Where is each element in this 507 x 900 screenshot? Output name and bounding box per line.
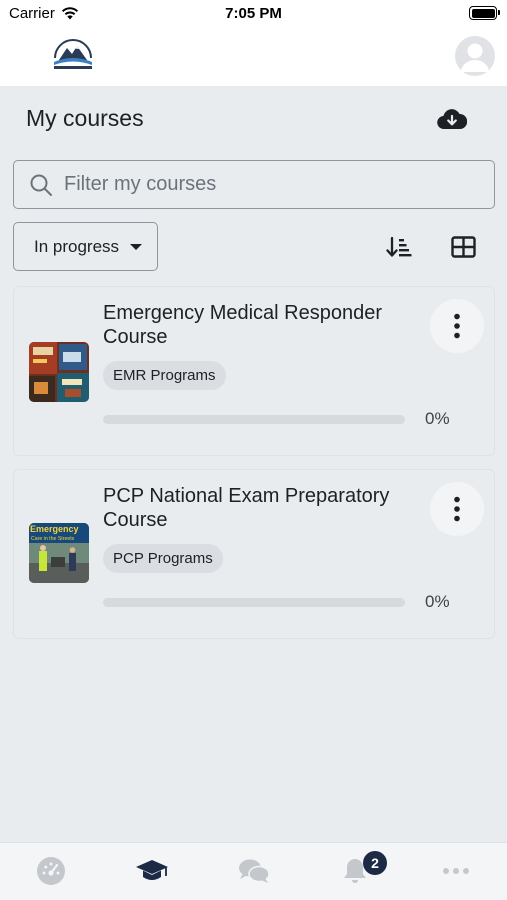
search-box [13, 160, 495, 209]
bottom-tab-bar: 2 [0, 842, 507, 900]
tab-notifications[interactable]: 2 [337, 851, 387, 887]
tab-messages[interactable] [236, 855, 272, 887]
course-thumbnail [29, 342, 89, 402]
sort-icon [386, 236, 412, 257]
graduation-cap-icon [136, 860, 168, 880]
course-category-badge: PCP Programs [103, 544, 223, 573]
tab-more[interactable] [438, 855, 474, 887]
course-filter-select[interactable]: In progress [13, 222, 158, 271]
page-title: My courses [26, 105, 144, 131]
course-card[interactable]: Emergency Medical Responder Course EMR P… [13, 286, 495, 456]
thumb-title-text: Emergency [30, 524, 79, 534]
battery-icon [469, 6, 500, 20]
course-title[interactable]: Emergency Medical Responder Course [103, 301, 413, 349]
app-header [0, 28, 507, 86]
course-image: Emergency Care in the Streets [29, 523, 89, 583]
course-card[interactable]: Emergency Care in the Streets PCP Nation… [13, 469, 495, 639]
tab-my-courses[interactable] [134, 855, 170, 887]
course-thumbnail: Emergency Care in the Streets [29, 523, 89, 583]
gauge-icon [37, 857, 65, 885]
thumb-subtitle-text: Care in the Streets [31, 536, 75, 542]
user-avatar-icon [461, 43, 489, 72]
sort-button[interactable] [382, 230, 416, 264]
caret-down-icon [130, 243, 143, 250]
status-time: 7:05 PM [225, 5, 282, 22]
vertical-dots-icon [454, 313, 460, 339]
search-icon [30, 174, 52, 196]
course-options-button[interactable] [430, 299, 484, 353]
filter-selected-label: In progress [34, 236, 120, 256]
more-dots-icon [443, 868, 469, 874]
course-image [29, 342, 89, 402]
search-input[interactable] [64, 173, 464, 196]
grid-icon [450, 236, 476, 258]
vertical-dots-icon [454, 496, 460, 522]
course-options-button[interactable] [430, 482, 484, 536]
chat-bubbles-icon [239, 859, 270, 883]
site-logo[interactable] [50, 36, 96, 72]
avatar[interactable] [455, 36, 495, 76]
course-progress-bar [103, 415, 405, 424]
download-courses-button[interactable] [434, 104, 470, 134]
status-bar: Carrier 7:05 PM [0, 0, 507, 28]
tab-dashboard[interactable] [33, 855, 69, 887]
cloud-download-icon [437, 109, 467, 130]
layout-toggle-button[interactable] [446, 230, 480, 264]
course-progress-bar [103, 598, 405, 607]
course-progress-text: 0% [425, 409, 450, 428]
course-progress-text: 0% [425, 592, 450, 611]
course-category-badge: EMR Programs [103, 361, 226, 390]
notification-badge: 2 [363, 851, 387, 875]
course-title[interactable]: PCP National Exam Preparatory Course [103, 484, 413, 532]
